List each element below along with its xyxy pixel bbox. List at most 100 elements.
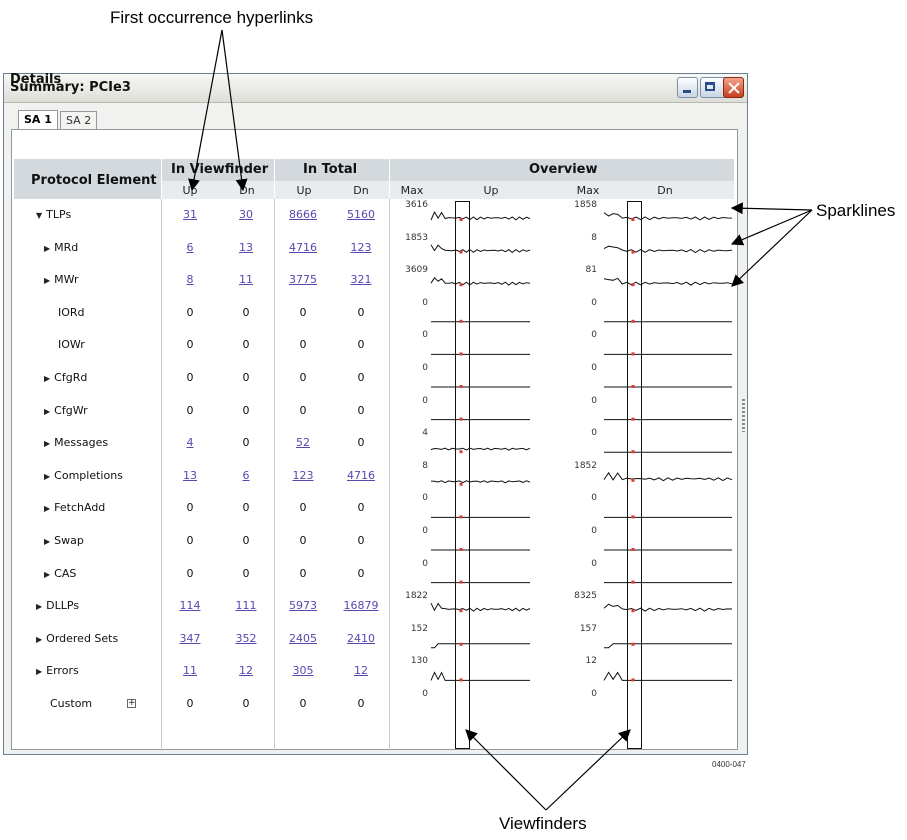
total-dn-value: 0 xyxy=(357,697,365,710)
protocol-element-ordered-sets[interactable]: ▶ Ordered Sets xyxy=(36,632,118,645)
collapsed-triangle-icon[interactable]: ▶ xyxy=(44,472,50,481)
viewfinder-up[interactable] xyxy=(455,201,470,749)
protocol-element-mrd[interactable]: ▶ MRd xyxy=(44,241,78,254)
tab-sa2[interactable]: SA 2 xyxy=(60,111,98,129)
figure-number: 0400-047 xyxy=(712,760,746,769)
callout-sparklines: Sparklines xyxy=(816,201,896,220)
total-dn-value: 0 xyxy=(357,436,365,450)
max-up-value: 0 xyxy=(422,558,428,569)
protocol-element-label: Ordered Sets xyxy=(46,631,119,645)
vf-up-value[interactable]: 8 xyxy=(170,273,210,286)
overview-max-up-header: Max xyxy=(400,184,424,197)
protocol-element-label: CAS xyxy=(54,566,77,580)
collapsed-triangle-icon[interactable]: ▶ xyxy=(44,504,50,513)
protocol-element-cas[interactable]: ▶ CAS xyxy=(44,567,76,580)
protocol-element-mwr[interactable]: ▶ MWr xyxy=(44,273,79,286)
protocol-element-cfgrd[interactable]: ▶ CfgRd xyxy=(44,371,87,384)
max-up-value: 152 xyxy=(410,623,428,634)
vf-up-value[interactable]: 114 xyxy=(170,599,210,612)
vf-dn-value[interactable]: 111 xyxy=(226,599,266,612)
viewfinder-dn[interactable] xyxy=(627,201,642,749)
vf-dn-value[interactable]: 6 xyxy=(226,469,266,482)
title-bar[interactable]: Summary: PCIe3 xyxy=(4,74,747,103)
total-up-value[interactable]: 4716 xyxy=(283,241,323,254)
tab-sa1[interactable]: SA 1 xyxy=(18,110,58,129)
max-dn-value: 1858 xyxy=(574,200,597,210)
vf-dn-value[interactable]: 13 xyxy=(226,241,266,254)
protocol-element-dllps[interactable]: ▶ DLLPs xyxy=(36,599,79,612)
vf-up-value[interactable]: 11 xyxy=(170,664,210,677)
callout-first-occurrence: First occurrence hyperlinks xyxy=(110,8,314,27)
max-dn-value: 0 xyxy=(591,363,597,373)
vf-dn-value[interactable]: 12 xyxy=(226,664,266,677)
protocol-element-label: DLLPs xyxy=(46,599,80,613)
collapsed-triangle-icon[interactable]: ▶ xyxy=(44,537,50,546)
protocol-element-label: Errors xyxy=(46,664,79,678)
max-dn-value: 0 xyxy=(591,297,597,308)
total-dn-value[interactable]: 12 xyxy=(341,664,381,677)
vf-dn-value[interactable]: 11 xyxy=(226,273,266,286)
max-up-value: 0 xyxy=(422,689,428,699)
collapsed-triangle-icon[interactable]: ▶ xyxy=(44,407,50,416)
total-up-value[interactable]: 5973 xyxy=(283,599,323,612)
add-custom-icon[interactable]: + xyxy=(127,699,136,708)
vf-up-value[interactable]: 13 xyxy=(170,469,210,482)
protocol-element-completions[interactable]: ▶ Completions xyxy=(44,469,123,482)
vf-up-header[interactable]: Up xyxy=(175,184,205,197)
total-up-value[interactable]: 3775 xyxy=(283,273,323,286)
protocol-element-fetchadd[interactable]: ▶ FetchAdd xyxy=(44,501,105,514)
collapsed-triangle-icon[interactable]: ▶ xyxy=(44,276,50,285)
protocol-element-swap[interactable]: ▶ Swap xyxy=(44,534,84,547)
protocol-element-errors[interactable]: ▶ Errors xyxy=(36,664,79,677)
vf-dn-value: 0 xyxy=(242,566,250,580)
collapsed-triangle-icon[interactable]: ▶ xyxy=(36,635,42,644)
vf-up-value[interactable]: 6 xyxy=(170,241,210,254)
total-dn-value[interactable]: 5160 xyxy=(341,208,381,221)
max-up-value: 1822 xyxy=(405,591,428,602)
vf-up-value[interactable]: 4 xyxy=(170,436,210,449)
protocol-element-iowr[interactable]: IOWr xyxy=(58,338,85,351)
in-total-label: In Total xyxy=(303,162,358,177)
protocol-element-cfgwr[interactable]: ▶ CfgWr xyxy=(44,404,88,417)
total-dn-value[interactable]: 2410 xyxy=(341,632,381,645)
close-button[interactable] xyxy=(723,77,744,98)
collapsed-triangle-icon[interactable]: ▶ xyxy=(44,374,50,383)
vf-dn-value: 0 xyxy=(242,338,250,352)
vf-up-value: 0 xyxy=(186,501,194,515)
collapsed-triangle-icon[interactable]: ▶ xyxy=(44,570,50,579)
total-dn-value[interactable]: 321 xyxy=(341,273,381,286)
protocol-element-iord[interactable]: IORd xyxy=(58,306,85,319)
total-up-value[interactable]: 52 xyxy=(283,436,323,449)
total-dn-value[interactable]: 123 xyxy=(341,241,381,254)
vf-dn-header[interactable]: Dn xyxy=(232,184,262,197)
vf-up-value[interactable]: 347 xyxy=(170,632,210,645)
protocol-element-tlps[interactable]: ▼ TLPs xyxy=(36,208,71,221)
protocol-element-custom[interactable]: Custom xyxy=(50,697,92,710)
max-up-value: 1853 xyxy=(405,232,428,243)
total-up-value[interactable]: 2405 xyxy=(283,632,323,645)
collapsed-triangle-icon[interactable]: ▶ xyxy=(36,602,42,611)
total-up-value[interactable]: 123 xyxy=(283,469,323,482)
sparkline-dn[interactable] xyxy=(0,0,1,1)
total-up-value: 0 xyxy=(299,305,307,319)
column-divider xyxy=(274,199,275,751)
total-up-value: 0 xyxy=(299,566,307,580)
resize-grip[interactable] xyxy=(742,399,745,432)
collapsed-triangle-icon[interactable]: ▶ xyxy=(44,244,50,253)
total-dn-value[interactable]: 16879 xyxy=(341,599,381,612)
vf-up-value[interactable]: 31 xyxy=(170,208,210,221)
total-up-value[interactable]: 305 xyxy=(283,664,323,677)
vf-dn-value[interactable]: 30 xyxy=(226,208,266,221)
total-dn-value[interactable]: 4716 xyxy=(341,469,381,482)
expanded-triangle-icon[interactable]: ▼ xyxy=(36,211,42,220)
minimize-button[interactable] xyxy=(677,77,698,98)
protocol-element-messages[interactable]: ▶ Messages xyxy=(44,436,108,449)
total-dn-header[interactable]: Dn xyxy=(346,184,376,197)
collapsed-triangle-icon[interactable]: ▶ xyxy=(44,439,50,448)
max-up-value: 3609 xyxy=(405,265,428,276)
total-up-value[interactable]: 8666 xyxy=(283,208,323,221)
vf-dn-value[interactable]: 352 xyxy=(226,632,266,645)
collapsed-triangle-icon[interactable]: ▶ xyxy=(36,667,42,676)
total-up-header[interactable]: Up xyxy=(289,184,319,197)
max-dn-value: 1852 xyxy=(574,460,597,471)
